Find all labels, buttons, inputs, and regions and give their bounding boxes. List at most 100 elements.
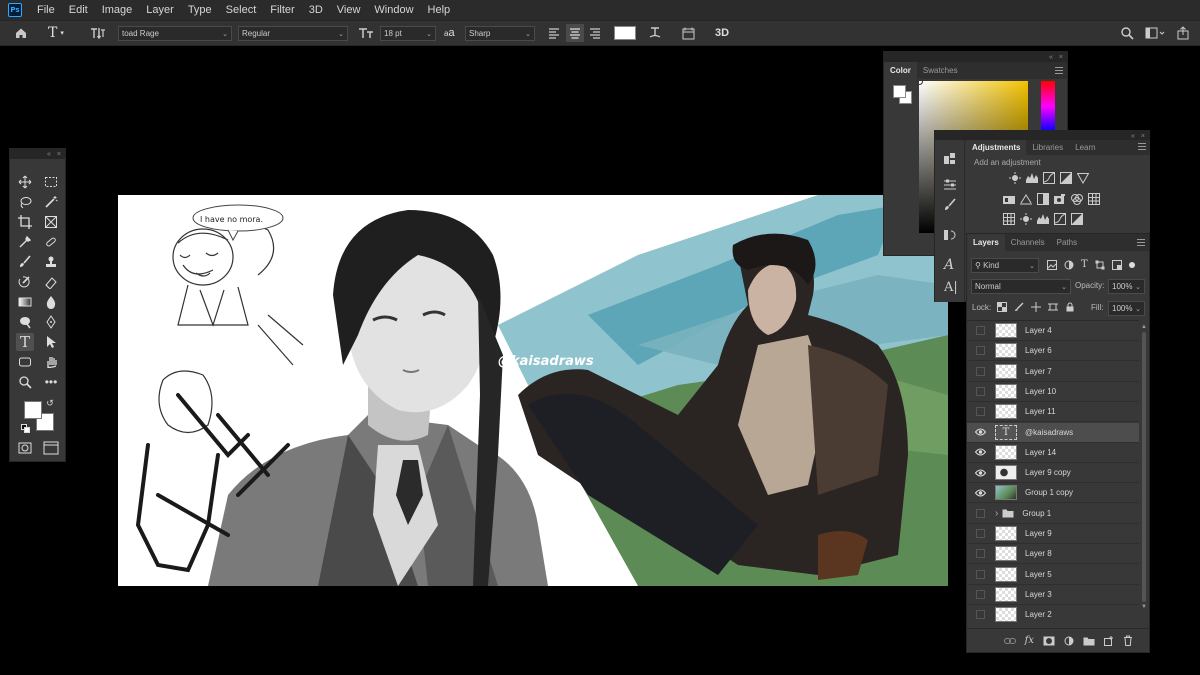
tools-panel-header[interactable]: «× bbox=[10, 149, 65, 159]
visibility-toggle[interactable] bbox=[973, 567, 987, 581]
visibility-toggle[interactable] bbox=[973, 506, 987, 520]
eye-icon[interactable] bbox=[973, 486, 987, 500]
vibrance-icon[interactable] bbox=[1077, 172, 1089, 184]
lock-pixels-icon[interactable] bbox=[1014, 302, 1024, 312]
layers-menu-icon[interactable] bbox=[1137, 239, 1145, 246]
layer-row[interactable]: Layer 3 bbox=[967, 585, 1139, 605]
3d-button[interactable]: 3D bbox=[715, 24, 729, 42]
menu-edit[interactable]: Edit bbox=[62, 0, 95, 20]
layer-row[interactable]: Layer 14 bbox=[967, 443, 1139, 463]
layer-row[interactable]: Layer 8 bbox=[967, 544, 1139, 565]
filter-adjustment-icon[interactable] bbox=[1064, 260, 1074, 270]
menu-window[interactable]: Window bbox=[367, 0, 420, 20]
adjustments-menu-icon[interactable] bbox=[1138, 143, 1146, 150]
photoshop-logo[interactable]: Ps bbox=[8, 3, 22, 17]
home-icon[interactable] bbox=[14, 24, 28, 42]
color-balance-icon[interactable] bbox=[1020, 193, 1032, 205]
scrollbar-thumb[interactable] bbox=[1142, 332, 1146, 602]
visibility-toggle[interactable] bbox=[973, 405, 987, 419]
lock-position-icon[interactable] bbox=[1031, 302, 1041, 312]
menu-file[interactable]: File bbox=[30, 0, 62, 20]
tab-libraries[interactable]: Libraries bbox=[1026, 140, 1069, 155]
layer-row[interactable]: Layer 4 bbox=[967, 321, 1139, 341]
clone-stamp-tool-icon[interactable] bbox=[42, 253, 60, 271]
menu-help[interactable]: Help bbox=[421, 0, 458, 20]
brightness-contrast-icon[interactable] bbox=[1009, 172, 1021, 184]
tab-layers[interactable]: Layers bbox=[967, 234, 1005, 251]
curves-icon[interactable] bbox=[1043, 172, 1055, 184]
lock-artboard-icon[interactable] bbox=[1048, 302, 1058, 312]
workspace-icon[interactable] bbox=[1145, 24, 1165, 42]
share-icon[interactable] bbox=[1176, 24, 1190, 42]
brush-tool-icon[interactable] bbox=[16, 253, 34, 271]
document-canvas[interactable]: I have no mora. @kaisadraws bbox=[118, 195, 948, 586]
search-icon[interactable] bbox=[1120, 24, 1134, 42]
text-color-swatch[interactable] bbox=[614, 26, 636, 40]
eye-icon[interactable] bbox=[973, 466, 987, 480]
new-adjustment-layer-icon[interactable] bbox=[1064, 636, 1074, 646]
move-tool-icon[interactable] bbox=[16, 173, 34, 191]
layer-effects-icon[interactable]: fx bbox=[1025, 635, 1034, 646]
dodge-tool-icon[interactable] bbox=[16, 313, 34, 331]
photo-filter-icon[interactable] bbox=[1054, 193, 1066, 205]
menu-filter[interactable]: Filter bbox=[263, 0, 301, 20]
font-family-select[interactable]: toad Rage ⌄ bbox=[118, 26, 232, 41]
history-brush-tool-icon[interactable] bbox=[16, 273, 34, 291]
filter-type-icon[interactable]: T bbox=[1081, 260, 1088, 270]
levels-icon[interactable] bbox=[1026, 172, 1038, 184]
character-icon[interactable]: A bbox=[944, 257, 954, 273]
blur-tool-icon[interactable] bbox=[42, 293, 60, 311]
layer-row[interactable]: Layer 9 copy bbox=[967, 463, 1139, 484]
histogram-icon[interactable] bbox=[943, 152, 957, 166]
tab-adjustments[interactable]: Adjustments bbox=[966, 140, 1027, 155]
eye-icon[interactable] bbox=[973, 425, 987, 439]
visibility-toggle[interactable] bbox=[973, 587, 987, 601]
new-group-icon[interactable] bbox=[1083, 636, 1095, 646]
color-fg-swatch[interactable] bbox=[893, 85, 906, 98]
color-picker-cursor[interactable] bbox=[916, 78, 923, 85]
layer-row[interactable]: T @kaisadraws bbox=[967, 422, 1139, 443]
layer-row[interactable]: Group 1 copy bbox=[967, 483, 1139, 504]
visibility-toggle[interactable] bbox=[973, 547, 987, 561]
new-layer-icon[interactable] bbox=[1104, 635, 1114, 646]
filter-shape-icon[interactable] bbox=[1095, 260, 1105, 270]
text-orientation-icon[interactable] bbox=[90, 24, 106, 42]
gradient-tool-icon[interactable] bbox=[16, 293, 34, 311]
selective-color-icon[interactable] bbox=[1054, 213, 1066, 225]
character-panel-icon[interactable] bbox=[682, 24, 695, 42]
more-tools-icon[interactable]: ••• bbox=[42, 373, 60, 391]
layer-list-scrollbar[interactable]: ▲ ▼ bbox=[1141, 324, 1147, 624]
type-tool-preset-icon[interactable]: T ▾ bbox=[48, 24, 64, 42]
lock-transparent-icon[interactable] bbox=[997, 302, 1007, 312]
marquee-tool-icon[interactable] bbox=[42, 173, 60, 191]
color-panel-header[interactable]: «× bbox=[884, 52, 1067, 62]
black-white-icon[interactable] bbox=[1037, 193, 1049, 205]
rectangle-tool-icon[interactable] bbox=[16, 353, 34, 371]
visibility-toggle[interactable] bbox=[973, 344, 987, 358]
crop-tool-icon[interactable] bbox=[16, 213, 34, 231]
quick-mask-icon[interactable] bbox=[16, 439, 34, 457]
visibility-toggle[interactable] bbox=[973, 324, 987, 338]
visibility-toggle[interactable] bbox=[973, 384, 987, 398]
blend-mode-select[interactable]: Normal ⌄ bbox=[971, 279, 1071, 294]
menu-image[interactable]: Image bbox=[95, 0, 140, 20]
filter-toggle-icon[interactable] bbox=[1128, 262, 1135, 268]
layer-row[interactable]: Layer 9 bbox=[967, 524, 1139, 544]
eyedropper-tool-icon[interactable] bbox=[16, 233, 34, 251]
layer-row[interactable]: Layer 5 bbox=[967, 565, 1139, 585]
menu-view[interactable]: View bbox=[330, 0, 368, 20]
posterize-icon[interactable] bbox=[1020, 213, 1032, 225]
color-lookup-icon[interactable] bbox=[1088, 193, 1100, 205]
hue-saturation-icon[interactable] bbox=[1003, 193, 1015, 205]
font-size-select[interactable]: 18 pt ⌄ bbox=[380, 26, 436, 41]
menu-type[interactable]: Type bbox=[181, 0, 219, 20]
path-selection-tool-icon[interactable] bbox=[42, 333, 60, 351]
swap-colors-icon[interactable]: ↺ bbox=[44, 397, 56, 409]
healing-brush-tool-icon[interactable] bbox=[42, 233, 60, 251]
zoom-tool-icon[interactable] bbox=[16, 373, 34, 391]
add-mask-icon[interactable] bbox=[1043, 636, 1055, 646]
history-icon[interactable] bbox=[943, 228, 957, 242]
antialias-select[interactable]: Sharp ⌄ bbox=[465, 26, 535, 41]
tab-paths[interactable]: Paths bbox=[1051, 234, 1083, 251]
gradient-map-icon[interactable] bbox=[1071, 213, 1083, 225]
